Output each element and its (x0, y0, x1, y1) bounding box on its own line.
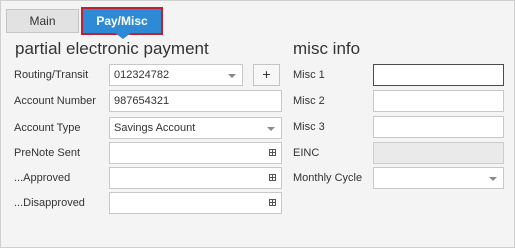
tab-bar: Main Pay/Misc (1, 1, 515, 39)
tab-pay-misc[interactable]: Pay/Misc (81, 7, 163, 35)
calendar-icon[interactable] (269, 174, 276, 181)
monthly-cycle-label: Monthly Cycle (293, 172, 363, 184)
prenote-sent-date-field[interactable] (109, 142, 282, 164)
routing-transit-value: 012324782 (114, 69, 170, 81)
account-type-label: Account Type (14, 122, 81, 134)
section-title-misc-info: misc info (293, 39, 361, 58)
account-type-value: Savings Account (114, 122, 196, 134)
calendar-icon[interactable] (269, 149, 276, 156)
misc2-label: Misc 2 (293, 95, 325, 107)
misc1-label: Misc 1 (293, 69, 325, 81)
add-routing-button[interactable]: + (253, 64, 280, 86)
pay-misc-panel: Main Pay/Misc partial electronic payment… (0, 0, 515, 248)
calendar-icon[interactable] (269, 199, 276, 206)
routing-transit-label: Routing/Transit (14, 69, 89, 81)
misc1-field[interactable] (373, 64, 504, 86)
chevron-down-icon (267, 127, 275, 131)
misc2-field[interactable] (373, 90, 504, 112)
monthly-cycle-select[interactable] (373, 167, 504, 189)
account-number-field[interactable]: 987654321 (109, 90, 282, 112)
misc3-field[interactable] (373, 116, 504, 138)
approved-label: ...Approved (14, 172, 71, 184)
misc3-label: Misc 3 (293, 121, 325, 133)
einc-label: EINC (293, 147, 320, 159)
einc-field (373, 142, 504, 164)
plus-icon: + (262, 66, 271, 82)
approved-date-field[interactable] (109, 167, 282, 189)
disapproved-label: ...Disapproved (14, 197, 85, 209)
section-title-partial-electronic-payment: partial electronic payment (15, 39, 209, 58)
routing-transit-select[interactable]: 012324782 (109, 64, 243, 86)
account-number-label: Account Number (14, 95, 96, 107)
prenote-sent-label: PreNote Sent (14, 147, 81, 159)
account-type-select[interactable]: Savings Account (109, 117, 282, 139)
chevron-down-icon (228, 74, 236, 78)
disapproved-date-field[interactable] (109, 192, 282, 214)
chevron-down-icon (489, 177, 497, 181)
tab-main[interactable]: Main (6, 9, 79, 33)
